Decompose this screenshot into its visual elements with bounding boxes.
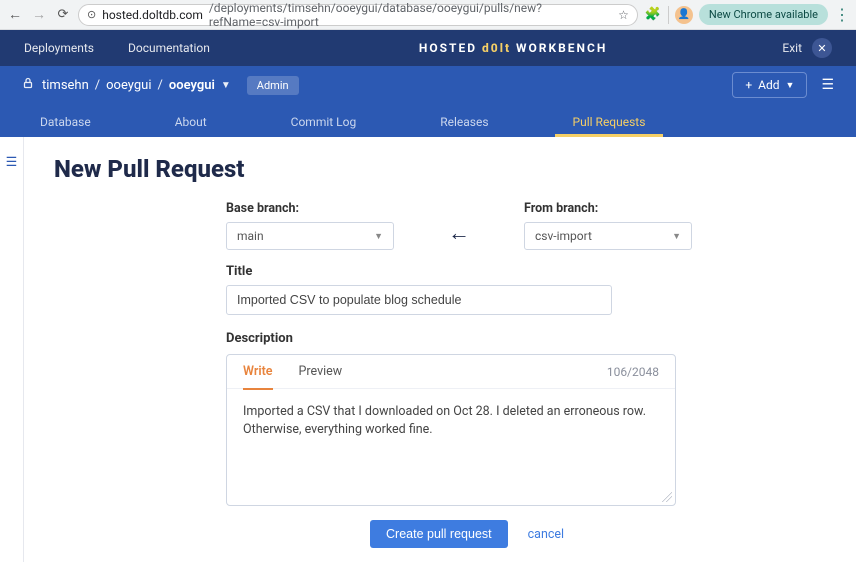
chevron-down-icon: ▼: [672, 231, 681, 242]
breadcrumb-bar: timsehn / ooeygui / ooeygui ▼ Admin + Ad…: [0, 66, 856, 104]
description-box: Write Preview 106/2048 Imported a CSV th…: [226, 354, 676, 506]
tab-commit-log[interactable]: Commit Log: [273, 115, 375, 137]
tab-database[interactable]: Database: [22, 115, 109, 137]
back-icon[interactable]: ←: [6, 6, 24, 23]
title-label: Title: [226, 264, 826, 279]
desc-tab-preview[interactable]: Preview: [299, 364, 343, 379]
from-branch-label: From branch:: [524, 201, 692, 216]
top-navigation: Deployments Documentation HOSTED d0lt WO…: [0, 30, 856, 66]
base-branch-select[interactable]: main ▼: [226, 222, 394, 250]
base-branch-label: Base branch:: [226, 201, 394, 216]
tab-releases[interactable]: Releases: [422, 115, 506, 137]
char-counter: 106/2048: [607, 365, 659, 379]
from-branch-select[interactable]: csv-import ▼: [524, 222, 692, 250]
crumb-owner[interactable]: timsehn: [42, 78, 89, 93]
url-path: /deployments/timsehn/ooeygui/database/oo…: [209, 1, 612, 29]
site-info-icon[interactable]: ⊙: [87, 8, 96, 21]
form-actions: Create pull request cancel: [226, 520, 826, 548]
chevron-down-icon[interactable]: ▼: [221, 80, 231, 91]
chevron-down-icon: ▼: [374, 231, 383, 242]
description-tabs: Write Preview 106/2048: [227, 355, 675, 389]
exit-link[interactable]: Exit: [782, 41, 802, 55]
crumb-deployment[interactable]: ooeygui: [106, 78, 151, 93]
cancel-link[interactable]: cancel: [528, 527, 564, 542]
desc-tab-write[interactable]: Write: [243, 364, 273, 390]
tab-pull-requests[interactable]: Pull Requests: [555, 115, 664, 137]
tab-about[interactable]: About: [157, 115, 225, 137]
description-textarea[interactable]: Imported a CSV that I downloaded on Oct …: [227, 389, 675, 505]
left-rail: ☰: [0, 137, 24, 562]
reload-icon[interactable]: ⟳: [54, 7, 72, 22]
page-title: New Pull Request: [54, 155, 826, 183]
browser-toolbar: ← → ⟳ ⊙ hosted.doltdb.com/deployments/ti…: [0, 0, 856, 30]
plus-icon: +: [745, 78, 752, 92]
extensions-icon[interactable]: 🧩: [644, 7, 662, 22]
chrome-menu-icon[interactable]: ⋮: [834, 5, 850, 24]
title-input[interactable]: [226, 285, 612, 315]
forward-icon[interactable]: →: [30, 6, 48, 23]
main-area: ☰ New Pull Request Base branch: main ▼ ←…: [0, 137, 856, 562]
arrow-left-icon: ←: [394, 220, 524, 246]
crumb-sep: /: [157, 78, 162, 93]
chevron-down-icon: ▼: [786, 80, 795, 91]
close-icon[interactable]: ✕: [812, 38, 832, 58]
brand-logo: HOSTED d0lt WORKBENCH: [244, 41, 783, 55]
url-host: hosted.doltdb.com: [102, 8, 203, 22]
database-tabs: Database About Commit Log Releases Pull …: [0, 104, 856, 137]
content: New Pull Request Base branch: main ▼ ← F…: [24, 137, 856, 562]
resize-handle-icon[interactable]: [662, 492, 672, 502]
lock-icon: [22, 77, 34, 93]
profile-avatar-icon[interactable]: 👤: [675, 6, 693, 24]
address-bar[interactable]: ⊙ hosted.doltdb.com/deployments/timsehn/…: [78, 4, 638, 26]
sidebar-toggle-icon[interactable]: ☰: [6, 155, 18, 562]
create-pull-request-button[interactable]: Create pull request: [370, 520, 508, 548]
description-label: Description: [226, 331, 826, 346]
add-button[interactable]: + Add ▼: [732, 72, 807, 98]
crumb-database[interactable]: ooeygui: [169, 78, 215, 93]
nav-documentation[interactable]: Documentation: [128, 41, 210, 55]
chrome-update-badge[interactable]: New Chrome available: [699, 4, 828, 25]
menu-icon[interactable]: ☰: [821, 77, 834, 93]
branch-selector-row: Base branch: main ▼ ← From branch: csv-i…: [226, 201, 826, 250]
admin-badge: Admin: [247, 76, 299, 95]
bookmark-star-icon[interactable]: ☆: [618, 8, 629, 22]
divider: [668, 6, 669, 24]
nav-deployments[interactable]: Deployments: [24, 41, 94, 55]
crumb-sep: /: [95, 78, 100, 93]
